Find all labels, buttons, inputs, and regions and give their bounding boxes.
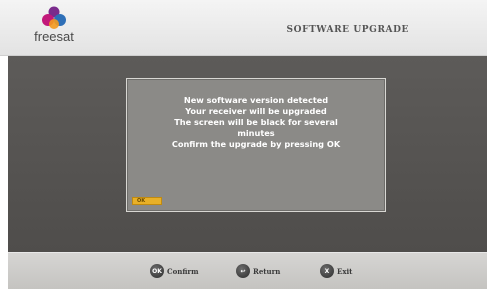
message-line: Confirm the upgrade by pressing OK xyxy=(171,139,341,149)
return-label: Return xyxy=(253,266,281,276)
main-area: New software version detected Your recei… xyxy=(8,56,487,252)
confirm-button[interactable]: OK Confirm xyxy=(150,263,199,279)
screen-title: SOFTWARE UPGRADE xyxy=(286,25,409,35)
exit-button[interactable]: X Exit xyxy=(320,263,352,279)
freesat-logo-icon xyxy=(42,6,66,29)
brand-name: freesat xyxy=(34,29,74,44)
confirm-label: Confirm xyxy=(167,266,199,276)
ok-key-icon: OK xyxy=(150,264,164,278)
software-upgrade-screen: freesat SOFTWARE UPGRADE New software ve… xyxy=(0,0,487,289)
message-line: The screen will be black for several xyxy=(174,117,338,127)
freesat-logo: freesat xyxy=(30,6,78,50)
exit-label: Exit xyxy=(337,266,353,276)
message-line: Your receiver will be upgraded xyxy=(185,106,327,116)
footer-bar: OK Confirm ↩ Return X Exit xyxy=(8,252,487,289)
message-line: New software version detected xyxy=(183,95,329,105)
return-button[interactable]: ↩ Return xyxy=(236,263,280,279)
message-line: minutes xyxy=(237,128,275,138)
exit-key-icon: X xyxy=(320,264,334,278)
return-key-icon: ↩ xyxy=(236,264,250,278)
header-bar: freesat SOFTWARE UPGRADE xyxy=(0,0,487,56)
upgrade-dialog: New software version detected Your recei… xyxy=(126,78,386,212)
ok-button[interactable]: OK xyxy=(132,197,162,205)
dialog-message: New software version detected Your recei… xyxy=(127,95,385,150)
